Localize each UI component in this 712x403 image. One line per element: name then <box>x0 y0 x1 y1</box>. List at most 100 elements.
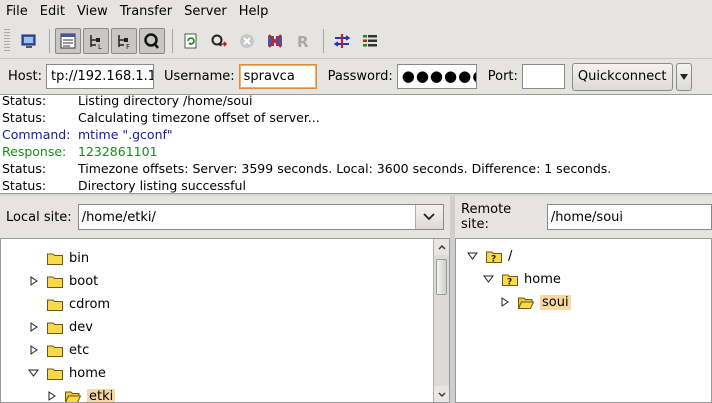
local-site-label: Local site: <box>6 209 72 225</box>
menu-help[interactable]: Help <box>233 0 275 24</box>
chevron-up-icon <box>438 244 445 249</box>
scroll-up-button[interactable] <box>434 239 449 255</box>
tree-item-cdrom[interactable]: cdrom <box>29 293 110 315</box>
tree-item-label: home <box>69 365 106 381</box>
remote-site-label: Remote site: <box>461 202 512 232</box>
scroll-down-button[interactable] <box>434 386 449 402</box>
tree-item-label: etki <box>87 388 116 403</box>
message-log[interactable]: Status: Listing directory /home/soui Stat… <box>0 94 712 194</box>
svg-text:F: F <box>126 43 130 50</box>
menu-file[interactable]: File <box>0 0 34 24</box>
username-label: Username: <box>163 69 235 84</box>
process-queue-icon <box>211 34 228 47</box>
process-queue-button[interactable] <box>206 28 232 54</box>
tree-item-label: dev <box>69 319 93 335</box>
folder-icon <box>47 253 63 265</box>
folder-icon <box>47 322 63 334</box>
username-input[interactable]: spravca <box>238 64 317 89</box>
port-input[interactable] <box>521 64 565 89</box>
tree-item-label: cdrom <box>69 296 111 312</box>
tree-item-etc[interactable]: etc <box>29 339 89 361</box>
toolbar-separator <box>49 29 50 53</box>
expander-expanded-icon[interactable] <box>27 368 39 378</box>
tree-item-label: soui <box>540 294 571 310</box>
log-kind: Response: <box>2 144 67 159</box>
refresh-button[interactable] <box>178 28 204 54</box>
toolbar-grip[interactable] <box>4 29 10 53</box>
tree-item-label: bin <box>69 250 90 266</box>
toolbar-separator <box>323 29 324 53</box>
cancel-button[interactable] <box>234 28 260 54</box>
local-path-dropdown[interactable] <box>414 205 443 229</box>
open-folder-icon <box>518 297 534 309</box>
host-label: Host: <box>8 69 42 84</box>
tree-item-soui[interactable]: soui <box>500 291 571 313</box>
remote-directory-tree[interactable]: ? / ? home soui <box>455 238 712 403</box>
expander-collapsed-icon[interactable] <box>29 345 39 355</box>
filter-icon <box>363 35 377 47</box>
local-path-input[interactable]: /home/etki/ <box>79 210 415 225</box>
expander-collapsed-icon[interactable] <box>500 297 510 307</box>
host-input[interactable]: tp://192.168.1.1 <box>45 64 154 89</box>
folder-icon <box>47 368 63 380</box>
scrollbar-thumb[interactable] <box>436 259 447 295</box>
filter-button[interactable] <box>357 28 383 54</box>
log-kind: Status: <box>2 161 47 176</box>
log-text: Directory listing successful <box>78 178 246 193</box>
toolbar: L F R <box>0 24 712 58</box>
reconnect-icon: R <box>297 33 309 50</box>
toolbar-separator <box>172 29 173 53</box>
disconnect-button[interactable] <box>262 28 288 54</box>
tree-item-label: etc <box>69 342 90 358</box>
log-text: Timezone offsets: Server: 3599 seconds. … <box>78 161 612 176</box>
toggle-message-log-button[interactable] <box>55 28 81 54</box>
folder-icon <box>47 345 63 357</box>
reconnect-button[interactable]: R <box>290 28 316 54</box>
chevron-down-icon <box>679 73 688 80</box>
menu-view[interactable]: View <box>71 0 114 24</box>
expander-expanded-icon[interactable] <box>466 251 478 261</box>
remote-path-combo[interactable]: /home/soui <box>546 204 712 230</box>
chevron-down-icon <box>423 213 435 221</box>
site-manager-button[interactable] <box>16 28 42 54</box>
directory-compare-button[interactable] <box>329 28 355 54</box>
log-entry: Command: mtime ".gconf" <box>0 126 712 143</box>
log-kind: Command: <box>2 127 71 142</box>
remote-path-input[interactable]: /home/soui <box>548 210 711 225</box>
expander-expanded-icon[interactable] <box>482 274 494 284</box>
password-input[interactable]: ●●●●●● <box>396 64 477 89</box>
tree-item-dev[interactable]: dev <box>29 316 93 338</box>
local-site-pane: Local site: /home/etki/ bin boot cdrom d <box>0 196 450 403</box>
toggle-local-tree-button[interactable]: L <box>83 28 109 54</box>
unknown-folder-icon: ? <box>486 251 502 263</box>
menu-edit[interactable]: Edit <box>34 0 71 24</box>
tree-item-home[interactable]: home <box>27 362 106 384</box>
tree-item-boot[interactable]: boot <box>29 270 98 292</box>
expander-collapsed-icon[interactable] <box>29 322 39 332</box>
menu-server[interactable]: Server <box>178 0 233 24</box>
toggle-queue-button[interactable] <box>139 28 165 54</box>
folder-icon <box>47 276 63 288</box>
password-label: Password: <box>327 69 393 84</box>
expander-collapsed-icon[interactable] <box>29 276 39 286</box>
tree-item-home[interactable]: ? home <box>482 268 561 290</box>
tree-item-bin[interactable]: bin <box>29 247 89 269</box>
cancel-icon <box>240 34 254 48</box>
quickconnect-dropdown-button[interactable] <box>675 62 692 91</box>
tree-item-etki[interactable]: etki <box>47 385 116 403</box>
menu-bar: File Edit View Transfer Server Help <box>0 0 712 24</box>
local-path-combo[interactable]: /home/etki/ <box>77 204 444 230</box>
local-directory-tree[interactable]: bin boot cdrom dev etc home etki <box>0 238 450 403</box>
directory-compare-icon <box>333 34 351 48</box>
toggle-remote-tree-button[interactable]: F <box>111 28 137 54</box>
quickconnect-button[interactable]: Quickconnect <box>571 62 673 91</box>
local-site-bar: Local site: /home/etki/ <box>0 196 450 238</box>
tree-item-root[interactable]: ? / <box>466 245 512 267</box>
local-tree-scrollbar[interactable] <box>433 239 449 402</box>
svg-text:?: ? <box>491 254 496 263</box>
log-kind: Status: <box>2 110 47 125</box>
menu-transfer[interactable]: Transfer <box>114 0 178 24</box>
log-entry: Status: Timezone offsets: Server: 3599 se… <box>0 160 712 177</box>
expander-collapsed-icon[interactable] <box>47 391 57 401</box>
